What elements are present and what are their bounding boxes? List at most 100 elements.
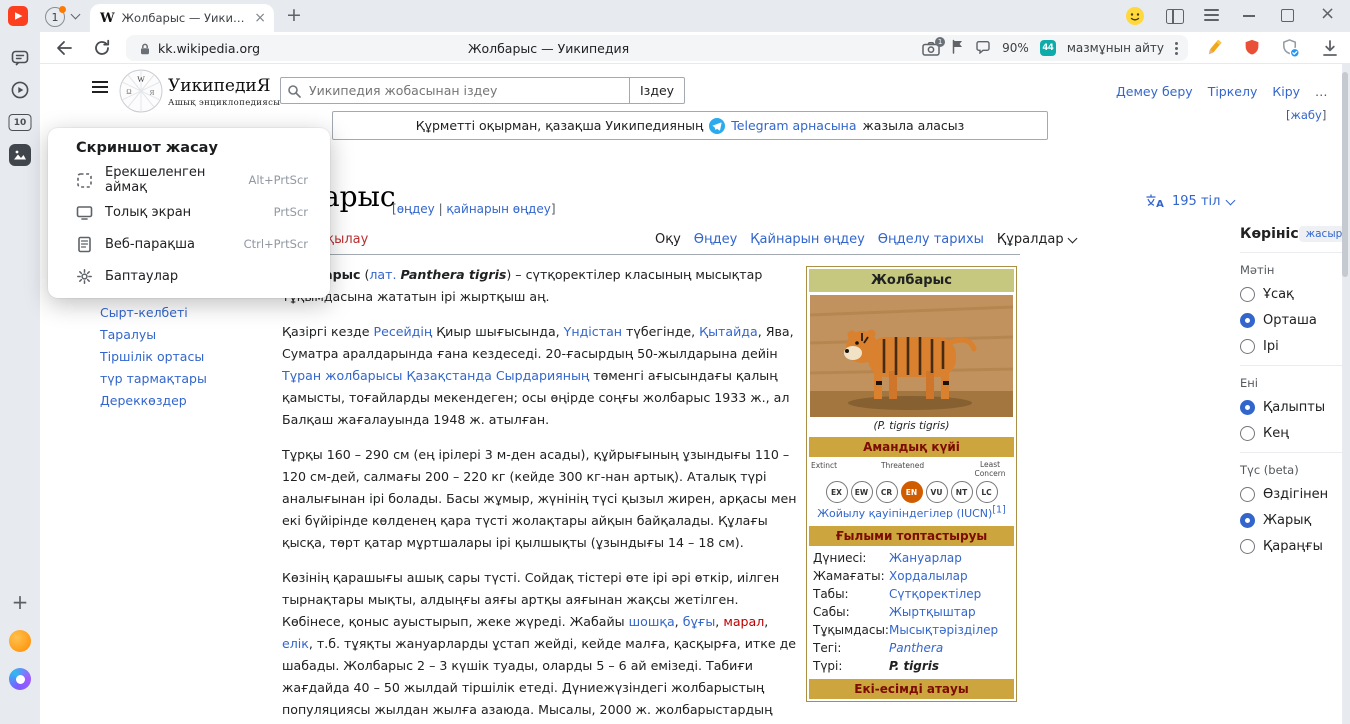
webpage-icon bbox=[76, 236, 93, 253]
tab-read[interactable]: Оқу bbox=[655, 232, 681, 247]
svg-text:W: W bbox=[137, 75, 145, 84]
radio-option-text-small[interactable]: Ұсақ bbox=[1240, 287, 1342, 302]
window-close-button[interactable]: × bbox=[1320, 3, 1335, 24]
banner-close-link[interactable]: [жабу] bbox=[1286, 108, 1326, 122]
iucn-code: CR bbox=[876, 481, 898, 503]
table-of-contents: Сырт-келбеті Таралуы Тіршілік ортасы түр… bbox=[100, 302, 207, 412]
address-bar[interactable]: kk.wikipedia.org Жолбарыс — Уикипедия 1 … bbox=[126, 35, 1188, 61]
menu-item-web-page[interactable]: Веб-парақша Ctrl+PrtScr bbox=[48, 228, 330, 260]
radio-option-color-auto[interactable]: Өздігінен bbox=[1240, 487, 1342, 502]
zoom-level[interactable]: 90% bbox=[1002, 41, 1029, 55]
login-link[interactable]: Кіру bbox=[1272, 84, 1300, 99]
side-panel-toggle-icon[interactable] bbox=[1166, 9, 1184, 24]
yandex-logo-icon[interactable] bbox=[8, 6, 28, 26]
wikipedia-logo[interactable]: WΩЯ bbox=[118, 68, 164, 117]
reload-button[interactable] bbox=[90, 36, 114, 60]
search-button[interactable]: Іздеу bbox=[630, 77, 685, 104]
title-edit-links[interactable]: [өңдеу | қайнарын өңдеу] bbox=[392, 202, 556, 216]
iucn-code: NT bbox=[951, 481, 973, 503]
menu-item-settings[interactable]: Баптаулар bbox=[48, 260, 330, 292]
address-bar-kebab-icon[interactable] bbox=[1175, 42, 1178, 55]
chat-icon[interactable] bbox=[10, 48, 30, 72]
comment-bubble-icon[interactable] bbox=[975, 39, 991, 58]
browser-tab[interactable]: W Жолбарыс — Уикипед... × bbox=[90, 4, 274, 32]
iucn-status-scale: EX EW CR EN VU NT LC bbox=[809, 481, 1014, 503]
downloads-icon[interactable] bbox=[1318, 36, 1342, 60]
donate-link[interactable]: Демеу беру bbox=[1116, 84, 1193, 99]
taxobox-title: Жолбарыс bbox=[809, 269, 1014, 292]
search-input-box[interactable] bbox=[280, 77, 630, 104]
gear-icon bbox=[76, 268, 93, 285]
read-aloud-label[interactable]: мазмұнын айту bbox=[1067, 41, 1164, 55]
mood-smiley-icon[interactable] bbox=[1124, 5, 1146, 31]
telegram-channel-link[interactable]: Telegram арнасына bbox=[731, 118, 856, 133]
editor-pencil-icon[interactable] bbox=[1202, 36, 1226, 60]
menu-item-full-screen[interactable]: Толық экран PrtScr bbox=[48, 196, 330, 228]
add-panel-icon[interactable]: + bbox=[12, 590, 29, 614]
bookmark-flag-icon[interactable] bbox=[951, 39, 964, 58]
lock-icon[interactable] bbox=[138, 41, 152, 60]
certificate-shield-icon[interactable] bbox=[1278, 36, 1302, 60]
radio-icon bbox=[1240, 426, 1255, 441]
register-link[interactable]: Тіркелу bbox=[1208, 84, 1258, 99]
appearance-hide-button[interactable]: жасыру bbox=[1299, 226, 1342, 242]
tab-close-icon[interactable]: × bbox=[254, 10, 266, 26]
tab-history[interactable]: Өңделу тарихы bbox=[878, 232, 984, 247]
toc-item[interactable]: Сырт-келбеті bbox=[100, 302, 207, 324]
wiki-search: Іздеу bbox=[280, 77, 685, 104]
header-more-icon[interactable]: … bbox=[1315, 84, 1328, 99]
appearance-group-label: Мәтін bbox=[1240, 252, 1342, 277]
tab-list-chevron-icon[interactable] bbox=[71, 10, 81, 20]
music-service-icon[interactable] bbox=[9, 630, 31, 652]
tabs-divider bbox=[240, 254, 1020, 255]
radio-option-color-dark[interactable]: Қараңғы bbox=[1240, 539, 1342, 554]
page-scrollbar[interactable] bbox=[1342, 72, 1348, 277]
url-text[interactable]: kk.wikipedia.org bbox=[158, 41, 260, 56]
tab-edit-source[interactable]: Қайнарын өңдеу bbox=[750, 232, 864, 247]
screenshot-menu-title: Скриншот жасау bbox=[76, 140, 330, 156]
browser-menu-icon[interactable] bbox=[1204, 9, 1219, 24]
iucn-status-link[interactable]: Жойылу қауіпіндегілер (IUCN)[1] bbox=[809, 507, 1014, 520]
radio-option-color-light[interactable]: Жарық bbox=[1240, 513, 1342, 528]
appearance-group-label: Ені bbox=[1240, 365, 1342, 390]
back-button[interactable] bbox=[52, 36, 76, 60]
wikipedia-favicon: W bbox=[100, 11, 115, 26]
screenshot-camera-icon[interactable]: 1 bbox=[922, 41, 940, 56]
browser-side-rail: 10 + bbox=[0, 32, 40, 724]
tiger-image[interactable] bbox=[810, 295, 1013, 417]
toc-item[interactable]: Таралуы bbox=[100, 324, 207, 346]
radio-checked-icon bbox=[1240, 513, 1255, 528]
address-bar-actions: 1 90% 44 мазмұнын айту bbox=[922, 35, 1178, 61]
taxonomy-row: Тегі:Panthera bbox=[809, 639, 1014, 657]
screenshot-menu: Скриншот жасау Ерекшеленген аймақ Alt+Pr… bbox=[48, 128, 330, 298]
taxonomy-row: Жамағаты:Хордалылар bbox=[809, 567, 1014, 585]
toc-item[interactable]: түр тармақтары bbox=[100, 368, 207, 390]
toc-item[interactable]: Дереккөздер bbox=[100, 390, 207, 412]
window-maximize-button[interactable] bbox=[1281, 9, 1294, 22]
read-aloud-icon[interactable]: 44 bbox=[1040, 40, 1056, 56]
wiki-header-links: Демеу беру Тіркелу Кіру … bbox=[1116, 84, 1328, 99]
new-tab-button[interactable]: + bbox=[286, 4, 302, 26]
screenshot-tool-icon[interactable] bbox=[9, 144, 31, 166]
wiki-menu-icon[interactable] bbox=[92, 81, 108, 96]
svg-text:Я: Я bbox=[150, 89, 155, 97]
video-play-icon[interactable] bbox=[10, 80, 30, 104]
wiki-wordmark[interactable]: УикипедиЯ bbox=[168, 76, 271, 96]
radio-option-width-standard[interactable]: Қалыпты bbox=[1240, 400, 1342, 415]
telegram-icon bbox=[709, 118, 725, 134]
tools-dropdown[interactable]: Құралдар bbox=[997, 232, 1076, 247]
tab-group-counter[interactable]: 1 bbox=[45, 7, 65, 27]
window-minimize-button[interactable] bbox=[1243, 15, 1255, 17]
taxonomy-row: Табы:Сүтқоректілер bbox=[809, 585, 1014, 603]
counter-badge[interactable]: 10 bbox=[9, 114, 32, 131]
tab-edit[interactable]: Өңдеу bbox=[694, 232, 738, 247]
radio-option-text-large[interactable]: Ірі bbox=[1240, 339, 1342, 354]
language-selector[interactable]: A 195 тіл bbox=[1145, 194, 1234, 209]
toc-item[interactable]: Тіршілік ортасы bbox=[100, 346, 207, 368]
alice-assistant-icon[interactable] bbox=[9, 668, 31, 690]
radio-option-width-wide[interactable]: Кең bbox=[1240, 426, 1342, 441]
radio-option-text-standard[interactable]: Орташа bbox=[1240, 313, 1342, 328]
menu-item-selected-area[interactable]: Ерекшеленген аймақ Alt+PrtScr bbox=[48, 164, 330, 196]
protect-shield-icon[interactable] bbox=[1240, 36, 1264, 60]
search-input[interactable] bbox=[307, 82, 611, 99]
